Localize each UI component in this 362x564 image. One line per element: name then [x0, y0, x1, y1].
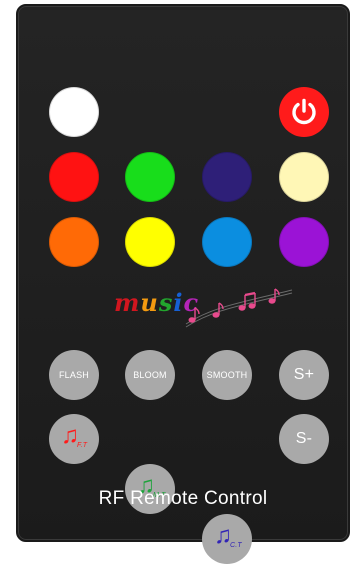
music-notes-icon: [185, 288, 293, 328]
speed-up-button[interactable]: S+: [279, 350, 329, 400]
music-logo: music: [114, 288, 294, 328]
bloom-button[interactable]: BLOOM: [125, 350, 175, 400]
flash-button[interactable]: FLASH: [49, 350, 99, 400]
music-button-ft[interactable]: ♫ F.T: [49, 414, 99, 464]
music-letter-s: s: [158, 288, 174, 317]
speed-down-button[interactable]: S-: [279, 414, 329, 464]
music-button-ct[interactable]: ♫ C.T: [202, 514, 252, 564]
color-button-yellow[interactable]: [125, 217, 175, 267]
power-icon: [292, 98, 316, 125]
speed-up-button-label: S+: [293, 366, 315, 383]
smooth-button[interactable]: SMOOTH: [202, 350, 252, 400]
color-button-orange[interactable]: [49, 217, 99, 267]
flash-button-label: FLASH: [58, 370, 89, 380]
color-button-green[interactable]: [125, 152, 175, 202]
remote-title: RF Remote Control: [98, 488, 268, 509]
color-button-cream[interactable]: [279, 152, 329, 202]
bloom-button-label: BLOOM: [133, 370, 167, 380]
music-letter-u: u: [140, 288, 159, 317]
color-button-dark-blue[interactable]: [202, 152, 252, 202]
speed-down-button-label: S-: [295, 430, 313, 447]
music-button-ft-label: F.T: [77, 442, 88, 449]
smooth-button-label: SMOOTH: [206, 370, 248, 380]
power-button[interactable]: [279, 87, 329, 137]
music-button-ct-label: C.T: [230, 542, 242, 549]
color-button-white[interactable]: [49, 87, 99, 137]
color-button-purple[interactable]: [279, 217, 329, 267]
color-button-sky-blue[interactable]: [202, 217, 252, 267]
music-letter-i: i: [173, 288, 184, 317]
remote-control-body: music FLASH BLOOM SMOOTH S+ ♫ F.T ♫ M.T …: [16, 4, 350, 564]
color-button-red[interactable]: [49, 152, 99, 202]
music-letter-m: m: [114, 288, 141, 317]
